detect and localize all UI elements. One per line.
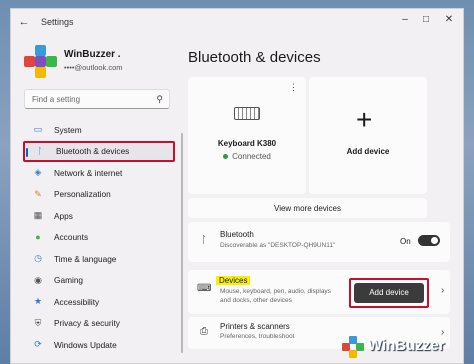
minimize-button[interactable]: – xyxy=(397,14,413,25)
winbuzzer-logo-icon xyxy=(342,336,364,358)
sidebar-item-accounts[interactable]: ● Accounts xyxy=(23,227,175,249)
user-profile[interactable]: WinBuzzer . ••••@outlook.com xyxy=(24,45,174,81)
winbuzzer-watermark: WinBuzzer xyxy=(342,334,472,362)
update-icon: ⟳ xyxy=(34,339,42,350)
profile-name: WinBuzzer . xyxy=(64,49,121,60)
search-icon: ⚲ xyxy=(156,94,163,104)
sidebar-item-personalization[interactable]: ✎ Personalization xyxy=(23,184,175,206)
sidebar-item-label: Accounts xyxy=(54,232,89,243)
search-placeholder: Find a setting xyxy=(32,95,81,104)
device-status: Connected xyxy=(188,152,306,161)
profile-email: ••••@outlook.com xyxy=(64,63,123,72)
back-arrow-icon[interactable]: ← xyxy=(11,16,37,28)
sidebar-item-network[interactable]: ◈ Network & internet xyxy=(23,162,175,184)
view-more-devices-button[interactable]: View more devices xyxy=(188,198,427,218)
plus-icon: + xyxy=(356,104,373,135)
wifi-icon: ◈ xyxy=(34,167,42,178)
avatar xyxy=(24,45,58,79)
sidebar-item-label: Apps xyxy=(54,210,73,221)
sidebar-item-gaming[interactable]: ◉ Gaming xyxy=(23,270,175,292)
device-name: Keyboard K380 xyxy=(217,139,277,148)
settings-window: ← Settings – □ ✕ WinBuzzer . ••••@outloo… xyxy=(10,8,464,364)
brush-icon: ✎ xyxy=(34,188,42,199)
devices-icon: ⌨ xyxy=(197,283,212,294)
devices-row[interactable]: ⌨ Devices Mouse, keyboard, pen, audio, d… xyxy=(188,270,450,314)
more-options-icon[interactable]: ⋮ xyxy=(289,82,298,93)
sidebar-item-windows-update[interactable]: ⟳ Windows Update xyxy=(23,334,175,356)
monitor-icon: ▭ xyxy=(33,124,43,135)
bluetooth-icon: ᛚ xyxy=(37,146,43,157)
sidebar-scrollbar[interactable] xyxy=(181,133,183,353)
watermark-text: WinBuzzer xyxy=(368,337,445,354)
title-bar: ← Settings – □ ✕ xyxy=(11,9,463,35)
printers-subtitle: Preferences, troubleshoot xyxy=(220,333,295,340)
add-device-highlight: Add device xyxy=(349,278,429,308)
connected-dot-icon xyxy=(223,154,229,160)
sidebar-nav: ▭ System ᛚ Bluetooth & devices ◈ Network… xyxy=(23,119,175,356)
bluetooth-subtitle: Discoverable as "DESKTOP-QH9UN11" xyxy=(220,242,336,249)
shield-icon: ⛨ xyxy=(34,317,42,328)
apps-icon: ▦ xyxy=(33,210,43,221)
keyboard-icon xyxy=(234,107,260,120)
bluetooth-icon: ᛚ xyxy=(201,235,207,246)
printer-icon: ⎙ xyxy=(200,326,208,337)
close-button[interactable]: ✕ xyxy=(441,14,457,25)
sidebar-item-label: Gaming xyxy=(54,275,84,286)
bluetooth-title: Bluetooth xyxy=(220,230,254,239)
device-card-keyboard[interactable]: ⋮ Keyboard K380 Connected xyxy=(188,77,306,194)
sidebar-item-label: Bluetooth & devices xyxy=(56,146,130,157)
add-device-button[interactable]: Add device xyxy=(354,283,424,303)
sidebar-item-label: System xyxy=(54,124,82,135)
sidebar-item-label: Privacy & security xyxy=(54,318,120,329)
sidebar-item-label: Accessibility xyxy=(54,296,100,307)
sidebar-item-label: Network & internet xyxy=(54,167,123,178)
sidebar-item-label: Personalization xyxy=(54,189,111,200)
chevron-right-icon[interactable]: › xyxy=(441,285,444,296)
add-device-card-label: Add device xyxy=(346,147,390,156)
sidebar-item-time-language[interactable]: ◷ Time & language xyxy=(23,248,175,270)
sidebar-item-apps[interactable]: ▦ Apps xyxy=(23,205,175,227)
sidebar-item-privacy-security[interactable]: ⛨ Privacy & security xyxy=(23,313,175,335)
globe-clock-icon: ◷ xyxy=(34,253,42,264)
window-title: Settings xyxy=(41,17,74,27)
toggle-state-label: On xyxy=(400,237,411,246)
sidebar-item-label: Time & language xyxy=(54,253,117,264)
printers-title: Printers & scanners xyxy=(220,322,290,331)
sidebar-item-system[interactable]: ▭ System xyxy=(23,119,175,141)
gamepad-icon: ◉ xyxy=(34,274,42,285)
sidebar-item-bluetooth-devices[interactable]: ᛚ Bluetooth & devices xyxy=(23,140,175,162)
add-device-card[interactable]: + Add device xyxy=(309,77,427,194)
page-title: Bluetooth & devices xyxy=(188,49,321,66)
devices-subtitle: Mouse, keyboard, pen, audio, displays an… xyxy=(220,288,331,304)
sidebar-item-label: Windows Update xyxy=(54,339,117,350)
main-content: Bluetooth & devices ⋮ Keyboard K380 Conn… xyxy=(188,35,458,363)
search-input[interactable]: Find a setting ⚲ xyxy=(24,89,170,109)
bluetooth-toggle[interactable] xyxy=(418,235,440,246)
devices-title: Devices xyxy=(216,276,251,285)
maximize-button[interactable]: □ xyxy=(418,14,434,25)
bluetooth-row: ᛚ Bluetooth Discoverable as "DESKTOP-QH9… xyxy=(188,222,450,262)
accessibility-icon: ★ xyxy=(33,296,43,307)
person-icon: ● xyxy=(35,232,41,243)
sidebar-item-accessibility[interactable]: ★ Accessibility xyxy=(23,291,175,313)
